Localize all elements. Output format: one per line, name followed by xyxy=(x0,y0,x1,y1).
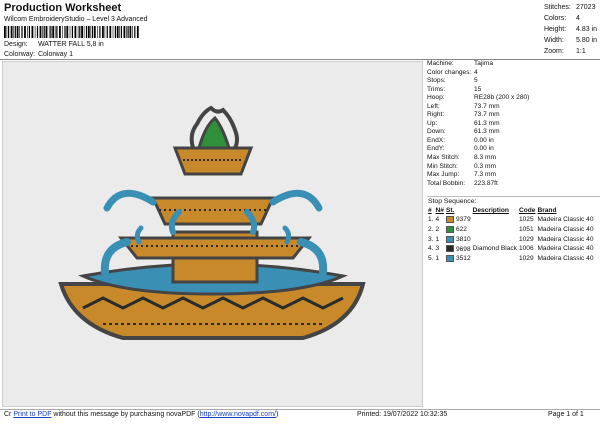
thread-color-swatch xyxy=(445,216,454,224)
thread-color-swatch xyxy=(445,225,454,233)
machine-info-row: Color changes: 4 xyxy=(427,68,478,76)
printed-timestamp: Printed: 19/07/2022 10:32:35 xyxy=(357,411,448,418)
colorway-info: Colorway: Colorway 1 xyxy=(4,51,73,58)
footer-divider xyxy=(0,409,600,410)
thread-color-swatch xyxy=(445,235,454,243)
machine-info-row: Max Stitch: 8.3 mm xyxy=(427,154,496,162)
stat-row-stitches: Stitches: 27023 xyxy=(544,4,596,11)
stop-sequence-row: 1. 4 9379 1025 Madeira Classic 40 xyxy=(428,216,594,224)
stop-sequence-title: Stop Sequence: xyxy=(428,198,477,205)
design-value: WATTER FALL 5,8 in xyxy=(37,41,104,48)
stat-row-width: Width: 5.80 in xyxy=(544,37,598,44)
colorway-value: Colorway 1 xyxy=(37,51,73,58)
barcode-image xyxy=(4,26,139,38)
machine-info-panel: Machine: Tajima Color changes: 4 Stops: 5 Trim… xyxy=(427,60,600,188)
machine-info-row: Stops: 5 xyxy=(427,77,478,85)
stat-row-zoom: Zoom: 1:1 xyxy=(544,48,586,55)
novapdf-url-link[interactable]: http://www.novapdf.com/ xyxy=(200,411,276,418)
stat-row-colors: Colors: 4 xyxy=(544,15,580,22)
thread-color-swatch xyxy=(445,254,454,262)
machine-info-row: Max Jump: 7.3 mm xyxy=(427,171,496,179)
page-number: Page 1 of 1 xyxy=(548,411,584,418)
stop-sequence-row: 4. 3 9698 Diamond Black 1006 Madeira Classic … xyxy=(428,245,594,253)
stop-sequence-row: 3. 1 3810 1029 Madeira Classic 40 xyxy=(428,235,594,243)
software-subtitle: Wilcom EmbroideryStudio – Level 3 Advanc… xyxy=(4,16,148,23)
machine-info-row: Left: 73.7 mm xyxy=(427,102,500,110)
fountain-embroidery-image xyxy=(58,105,366,340)
stop-sequence-table: # N# St. Description Code Brand 1. 4 9379 1… xyxy=(427,206,595,263)
machine-info-row: Min Stitch: 0.3 mm xyxy=(427,162,496,170)
design-label: Design: xyxy=(4,41,28,48)
stop-sequence-row: 2. 2 622 1051 Madeira Classic 40 xyxy=(428,225,594,234)
stop-sequence-panel: Stop Sequence: # N# St. Description Code… xyxy=(427,196,600,263)
footer-nova-message: Cr Print to PDF without this message by … xyxy=(4,411,279,418)
design-info: Design: WATTER FALL 5,8 in xyxy=(4,41,104,48)
stat-row-height: Height: 4.83 in xyxy=(544,26,598,33)
colorway-label: Colorway: xyxy=(4,51,36,58)
machine-info-row: Up: 61.3 mm xyxy=(427,119,500,127)
stop-sequence-header-row: # N# St. Description Code Brand xyxy=(428,207,557,214)
machine-info-row: Trims: 15 xyxy=(427,85,482,93)
machine-info-row: Hoop: RE28b (200 x 280) xyxy=(427,94,530,102)
design-stats: Stitches: 27023 Colors: 4 Height: 4.83 in W… xyxy=(544,2,600,57)
page-title: Production Worksheet xyxy=(4,2,122,14)
stop-sequence-row: 5. 1 3512 1029 Madeira Classic 40 xyxy=(428,254,594,263)
machine-info-row: Right: 73.7 mm xyxy=(427,111,500,119)
machine-info-row: EndY: 0.00 in xyxy=(427,145,494,153)
machine-info-row: Down: 61.3 mm xyxy=(427,128,500,136)
machine-info-row: EndX: 0.00 in xyxy=(427,136,494,144)
design-preview xyxy=(2,61,423,407)
print-to-pdf-link[interactable]: Print to PDF xyxy=(13,411,51,418)
machine-info-row: Total Bobbin: 223.87ft xyxy=(427,179,498,187)
thread-color-swatch xyxy=(445,245,454,253)
machine-info-row: Machine: Tajima xyxy=(427,60,494,67)
